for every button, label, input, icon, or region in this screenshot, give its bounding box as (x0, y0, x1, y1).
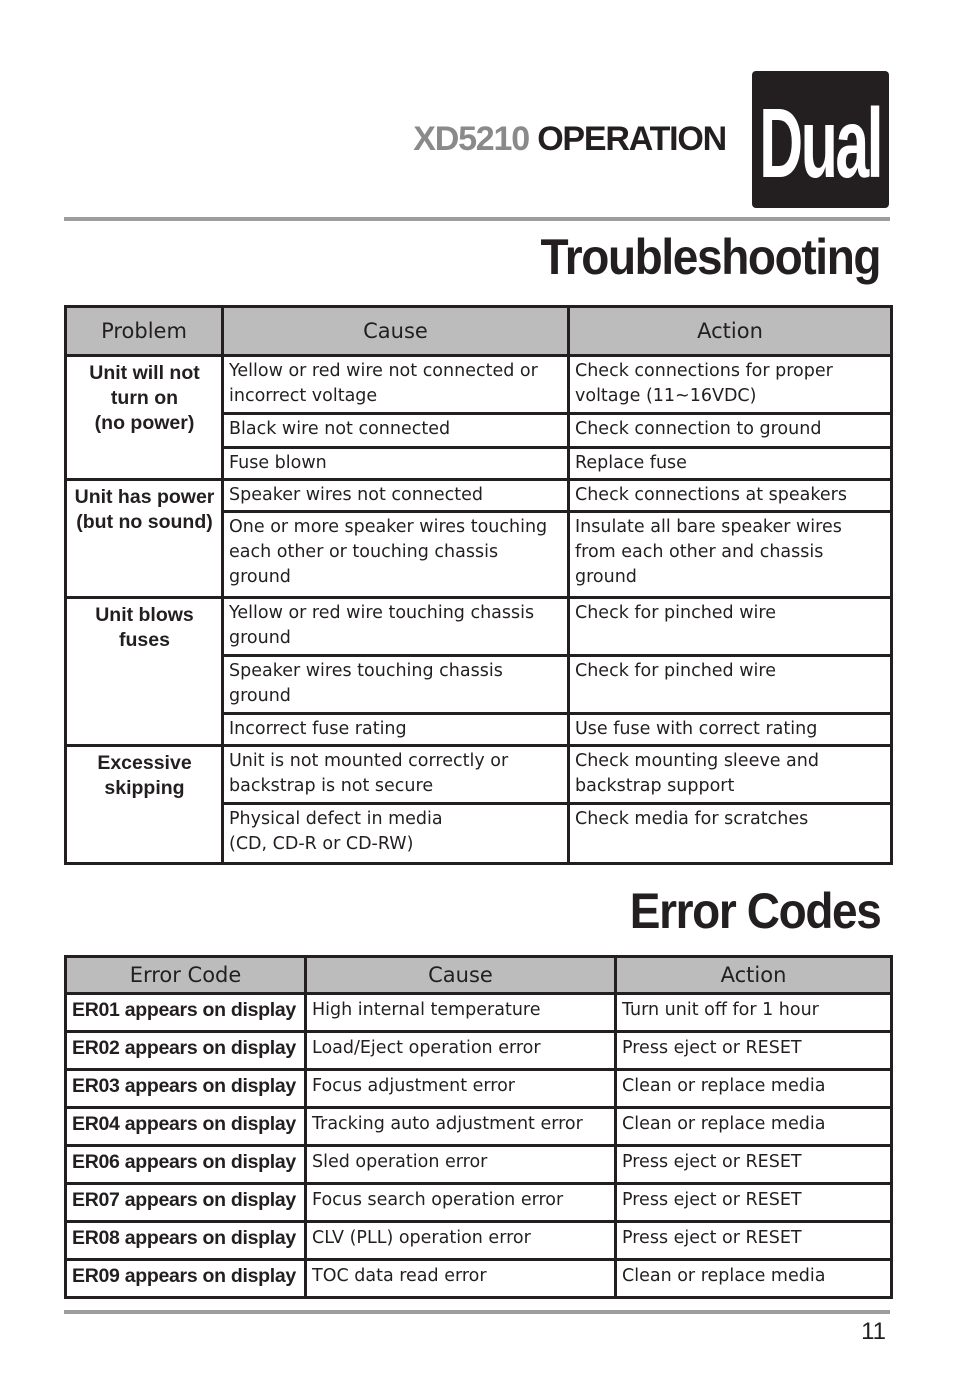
cause-cell: Black wire not connected (221, 412, 570, 449)
error-code-cell: ER03 appears on display (64, 1068, 307, 1109)
problem-line: turn on (110, 387, 179, 409)
table-header-row: Error Code Cause Action (64, 955, 893, 995)
column-header-error-code: Error Code (64, 955, 307, 995)
action-cell: Check connections at speakers (567, 478, 893, 513)
error-cause-cell: Focus search operation error (304, 1182, 617, 1223)
error-cause-cell: Sled operation error (304, 1144, 617, 1185)
error-code-cell: ER08 appears on display (64, 1220, 307, 1261)
error-action-cell: Press eject or RESET (614, 1144, 893, 1185)
column-header-cause: Cause (304, 955, 617, 995)
error-action-cell: Press eject or RESET (614, 1182, 893, 1223)
footer-divider (64, 1310, 890, 1314)
cause-cell: Yellow or red wire not connected or inco… (221, 354, 570, 415)
action-cell: Insulate all bare speaker wires from eac… (567, 510, 893, 599)
cause-cell: Incorrect fuse rating (221, 712, 570, 747)
problem-line: Unit will not (89, 362, 200, 384)
error-codes-title: Error Codes (629, 883, 881, 939)
error-codes-table: Error Code Cause Action ER01 appears on … (64, 955, 893, 1299)
model-number: XD5210 (413, 120, 530, 158)
action-cell: Check for pinched wire (567, 596, 893, 657)
column-header-action: Action (567, 305, 893, 357)
error-cause-cell: High internal temperature (304, 992, 617, 1033)
error-code-cell: ER09 appears on display (64, 1258, 307, 1299)
error-code-cell: ER04 appears on display (64, 1106, 307, 1147)
problem-cell: Unit will not turn on (no power) (64, 354, 224, 481)
problem-line: (no power) (94, 412, 195, 434)
table-row: ER03 appears on display Focus adjustment … (64, 1068, 893, 1109)
table-row: ER01 appears on display High internal tem… (64, 992, 893, 1033)
action-cell: Check for pinched wire (567, 654, 893, 715)
error-codes-body: ER01 appears on display High internal tem… (64, 992, 893, 1299)
table-row: ER08 appears on display CLV (PLL) operati… (64, 1220, 893, 1261)
error-cause-cell: Load/Eject operation error (304, 1030, 617, 1071)
troubleshooting-table: Problem Cause Action Unit will not turn o… (64, 305, 893, 865)
error-code-cell: ER02 appears on display (64, 1030, 307, 1071)
error-code-cell: ER06 appears on display (64, 1144, 307, 1185)
header-divider (64, 217, 890, 221)
problem-cell: Unit has power (but no sound) (64, 478, 224, 599)
error-cause-cell: Focus adjustment error (304, 1068, 617, 1109)
column-header-action: Action (614, 955, 893, 995)
column-header-problem: Problem (64, 305, 224, 357)
error-action-cell: Press eject or RESET (614, 1030, 893, 1071)
page-number: 11 (861, 1318, 886, 1345)
error-action-cell: Clean or replace media (614, 1106, 893, 1147)
document-header: XD5210 OPERATION (300, 120, 727, 159)
error-code-cell: ER01 appears on display (64, 992, 307, 1033)
troubleshooting-body: Unit will not turn on (no power) Yellow or … (64, 354, 893, 865)
action-cell: Check connections for proper voltage (11… (567, 354, 893, 415)
table-row: Excessive skipping Unit is not mounted cor… (64, 744, 893, 865)
problem-cell: Excessive skipping (64, 744, 224, 865)
problem-cell: Unit blows fuses (64, 596, 224, 747)
action-cell: Check connection to ground (567, 412, 893, 449)
problem-line: fuses (119, 629, 170, 651)
error-action-cell: Turn unit off for 1 hour (614, 992, 893, 1033)
action-cell: Check media for scratches (567, 802, 893, 865)
error-code-cell: ER07 appears on display (64, 1182, 307, 1223)
table-row: ER09 appears on display TOC data read err… (64, 1258, 893, 1299)
dual-logo: Dual (752, 71, 889, 208)
error-cause-cell: TOC data read error (304, 1258, 617, 1299)
cause-cell: Fuse blown (221, 446, 570, 481)
troubleshooting-title: Troubleshooting (540, 229, 881, 285)
problem-line: Unit blows (95, 604, 194, 626)
action-cell: Use fuse with correct rating (567, 712, 893, 747)
cause-cell: Yellow or red wire touching chassis grou… (221, 596, 570, 657)
error-cause-cell: CLV (PLL) operation error (304, 1220, 617, 1261)
table-row: Unit will not turn on (no power) Yellow or … (64, 354, 893, 481)
cause-cell: Physical defect in media (CD, CD-R or CD… (221, 802, 570, 865)
cause-cell: Unit is not mounted correctly or backstr… (221, 744, 570, 805)
table-header-row: Problem Cause Action (64, 305, 893, 357)
error-action-cell: Clean or replace media (614, 1068, 893, 1109)
table-row: ER04 appears on display Tracking auto adj… (64, 1106, 893, 1147)
table-row: Unit blows fuses Yellow or red wire touchi… (64, 596, 893, 747)
table-row: ER06 appears on display Sled operation er… (64, 1144, 893, 1185)
action-cell: Replace fuse (567, 446, 893, 481)
problem-line: Unit has power (74, 486, 215, 508)
problem-line: (but no sound) (76, 511, 213, 533)
error-action-cell: Press eject or RESET (614, 1220, 893, 1261)
cause-cell: Speaker wires touching chassis ground (221, 654, 570, 715)
table-row: Unit has power (but no sound) Speaker wire… (64, 478, 893, 599)
problem-line: Excessive (97, 752, 192, 774)
error-action-cell: Clean or replace media (614, 1258, 893, 1299)
logo-text: Dual (759, 87, 884, 198)
cause-cell: One or more speaker wires touching each … (221, 510, 570, 599)
section-label: OPERATION (537, 120, 727, 158)
problem-line: skipping (104, 777, 185, 799)
error-cause-cell: Tracking auto adjustment error (304, 1106, 617, 1147)
action-cell: Check mounting sleeve and backstrap supp… (567, 744, 893, 805)
cause-cell: Speaker wires not connected (221, 478, 570, 513)
table-row: ER02 appears on display Load/Eject operat… (64, 1030, 893, 1071)
table-row: ER07 appears on display Focus search oper… (64, 1182, 893, 1223)
column-header-cause: Cause (221, 305, 570, 357)
